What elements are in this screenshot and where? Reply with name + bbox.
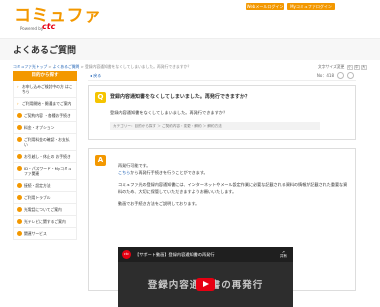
sidebar-item-id-password[interactable]: ID・パスワード・Myコミュファ関連 bbox=[13, 163, 77, 180]
service-icon bbox=[17, 231, 22, 236]
font-size-large-button[interactable]: 大 bbox=[360, 65, 367, 70]
sidebar-item-trouble[interactable]: ご利用トラブル bbox=[13, 192, 77, 204]
sidebar-item-start-service[interactable]: › ご利用開始・開通までご案内 bbox=[13, 98, 77, 110]
settings-icon bbox=[17, 183, 22, 188]
chevron-right-icon: › bbox=[17, 101, 19, 106]
answer-video-note: 動画でお手続き方法をご説明しております。 bbox=[118, 201, 200, 207]
channel-logo[interactable]: ctc bbox=[122, 250, 131, 259]
answer-text: 再発行可能です。 こちらから再発行手続きを行うことができます。 コミュファ光の登… bbox=[118, 163, 350, 214]
font-size-medium-button[interactable]: 中 bbox=[353, 65, 360, 70]
font-size-small-button[interactable]: 小 bbox=[346, 65, 353, 70]
key-icon bbox=[17, 166, 22, 171]
sidebar-item-phone[interactable]: 光電話についてご案内 bbox=[13, 204, 77, 216]
back-link[interactable]: ◂ 戻る bbox=[90, 73, 101, 79]
answer-line: から再発行手続きを行うことができます。 bbox=[130, 169, 208, 175]
answer-box: A 再発行可能です。 こちらから再発行手続きを行うことができます。 コミュファ光… bbox=[88, 148, 356, 307]
bookmark-icon[interactable] bbox=[347, 72, 354, 79]
answer-line: 再発行可能です。 bbox=[118, 163, 151, 168]
share-button[interactable]: ↗ 共有 bbox=[280, 250, 287, 259]
breadcrumb: コミュファ光トップ > よくあるご質問 > 登録内容通知書をなくしてしまいました… bbox=[13, 64, 192, 69]
answer-mark-icon: A bbox=[95, 155, 106, 166]
sidebar-item-billing[interactable]: ご利用料金の確認・お支払い bbox=[13, 134, 77, 151]
trouble-icon bbox=[17, 195, 22, 200]
support-video[interactable]: ctc 【サポート動画】登録内容通知書の再発行 ↗共有 登録内容通知書の再発行 bbox=[118, 247, 293, 307]
sidebar-item-moving[interactable]: お引越し・休止の お手続き bbox=[13, 151, 77, 163]
tv-icon bbox=[17, 219, 22, 224]
phone-icon bbox=[17, 207, 22, 212]
breadcrumb-home[interactable]: コミュファ光トップ bbox=[13, 64, 47, 69]
site-logo[interactable]: コミュファ bbox=[14, 8, 102, 25]
sidebar-item-contract[interactable]: ご契約内容 ・各種お手続き bbox=[13, 110, 77, 122]
question-title: 登録内容通知書をなくしてしまいました。再発行できますか？ bbox=[110, 94, 250, 100]
font-size-label: 文字サイズ変更 bbox=[318, 64, 345, 69]
chevron-right-icon: › bbox=[17, 84, 19, 89]
print-icon[interactable] bbox=[337, 72, 344, 79]
webmail-login-button[interactable]: Webメールログイン bbox=[246, 3, 284, 10]
sidebar-item-related[interactable]: 関連サービス bbox=[13, 228, 77, 240]
page-title: よくあるご質問 bbox=[13, 46, 77, 56]
moving-icon bbox=[17, 154, 22, 159]
sidebar-item-tv[interactable]: 光テレビに関するご案内 bbox=[13, 216, 77, 228]
font-size-control: 文字サイズ変更 小中大 bbox=[318, 64, 367, 70]
logo-powered-by: Powered by bbox=[20, 26, 44, 31]
main-content: ◂ 戻る No：418 Q 登録内容通知書をなくしてしまいました。再発行できます… bbox=[88, 71, 356, 307]
logo-brand: ctc bbox=[42, 22, 56, 31]
video-title[interactable]: 【サポート動画】登録内容通知書の再発行 bbox=[135, 252, 215, 258]
question-category: カテゴリー：目的から探す ＞ ご契約内容・変更・解約 ＞ 解約方法 bbox=[110, 122, 320, 130]
reissue-link[interactable]: こちら bbox=[118, 170, 130, 175]
site-header: コミュファ Powered by ctc Webメールログイン Myコミュファロ… bbox=[0, 0, 380, 38]
breadcrumb-current: 登録内容通知書をなくしてしまいました。再発行できますか？ bbox=[84, 64, 192, 69]
sidebar-heading: 目的から探す bbox=[13, 71, 77, 81]
answer-paragraph: コミュファ光の登録内容通知書には、インターネットやメール設定作業に必要な記載され… bbox=[118, 182, 348, 194]
page-title-bar: よくあるご質問 bbox=[0, 38, 380, 60]
back-row: ◂ 戻る No：418 bbox=[88, 71, 356, 81]
sidebar: 目的から探す › お申し込みご検討中の方 はこちら › ご利用開始・開通までご案内 … bbox=[13, 71, 77, 240]
question-mark-icon: Q bbox=[95, 92, 106, 103]
mypage-login-button[interactable]: Myコミュファログイン bbox=[287, 3, 335, 10]
question-text: 登録内容通知書をなくしてしまいました。再発行できますか？ bbox=[110, 110, 228, 115]
sidebar-item-pricing[interactable]: 料金・オプション bbox=[13, 122, 77, 134]
breadcrumb-faq[interactable]: よくあるご質問 bbox=[53, 64, 80, 69]
sidebar-item-settings[interactable]: 接続・設定方法 bbox=[13, 180, 77, 192]
faq-number: No：418 bbox=[316, 72, 334, 78]
pricing-icon bbox=[17, 125, 22, 130]
sidebar-item-prospective[interactable]: › お申し込みご検討中の方 はこちら bbox=[13, 81, 77, 98]
contract-icon bbox=[17, 113, 22, 118]
question-box: Q 登録内容通知書をなくしてしまいました。再発行できますか？ 登録内容通知書をな… bbox=[88, 85, 356, 140]
billing-icon bbox=[17, 137, 22, 142]
